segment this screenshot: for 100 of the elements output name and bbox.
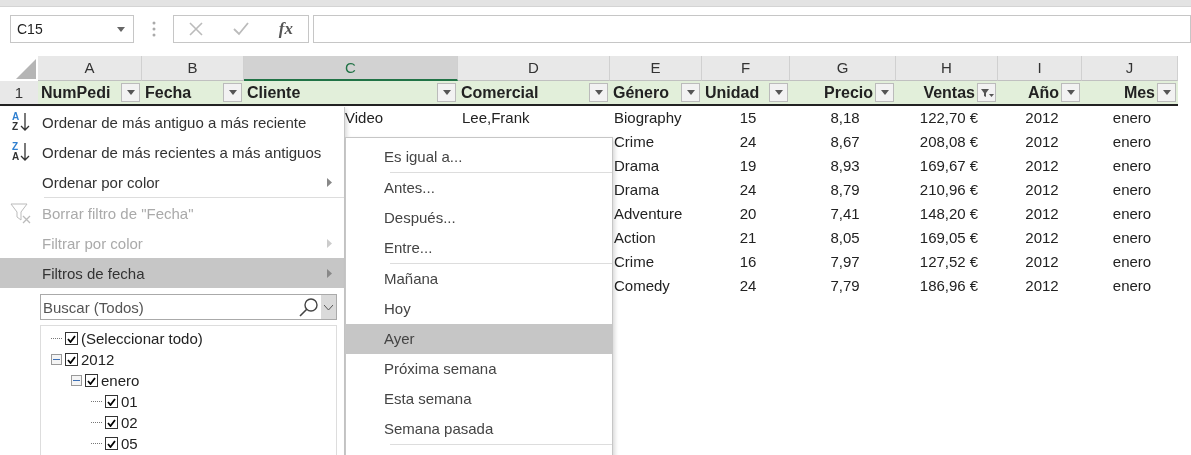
table-cell-text: 7,79 [829, 276, 861, 296]
menu-item-label: Borrar filtro de "Fecha" [42, 204, 195, 222]
table-cell-text: 169,05 € [918, 228, 980, 248]
table-cell-text: 8,67 [829, 132, 861, 152]
column-header[interactable]: E [610, 56, 702, 81]
caret-icon [1162, 90, 1171, 95]
sort-letter: A [11, 112, 20, 122]
table-cell-text: 21 [738, 228, 758, 248]
filter-dropdown-button[interactable] [589, 83, 608, 102]
menu-item[interactable]: Antes... [346, 173, 612, 203]
collapse-toggle-icon[interactable] [71, 375, 82, 386]
header-text: NumPedi [41, 83, 112, 102]
table-cell-text: Action [613, 228, 657, 248]
table-cell-text: Drama [613, 180, 660, 200]
table-cell-text: 2012 [1024, 228, 1060, 248]
submenu-arrow-icon [327, 268, 332, 278]
menu-item[interactable]: A Z Ordenar de más antiguo a más reciente [0, 107, 344, 137]
formula-input[interactable] [313, 15, 1191, 43]
tree-item-label[interactable]: (Seleccionar todo) [81, 330, 203, 347]
filter-dropdown-button[interactable] [875, 83, 894, 102]
table-cell-text: enero [1111, 252, 1153, 272]
insert-function-button[interactable]: fx [274, 17, 297, 41]
collapse-toggle-icon[interactable] [51, 354, 62, 365]
checkbox[interactable] [65, 332, 78, 345]
filter-icon [979, 87, 994, 98]
check-icon [107, 418, 116, 427]
close-icon [188, 22, 203, 36]
table-cell-text: 24 [738, 132, 758, 152]
table-cell-text: Drama [613, 156, 660, 176]
table-cell-text: Video [345, 108, 385, 128]
checkbox[interactable] [85, 374, 98, 387]
tree-item-label[interactable]: 2012 [81, 351, 115, 368]
menu-item[interactable]: Mañana [346, 264, 612, 294]
menu-item[interactable]: Próxima semana [346, 354, 612, 384]
table-cell-text: 16 [738, 252, 758, 272]
menu-item[interactable]: Ordenar por color [0, 167, 344, 197]
checkbox[interactable] [105, 437, 118, 450]
checkbox[interactable] [105, 416, 118, 429]
tree-item-label[interactable]: 05 [121, 435, 138, 452]
filter-dropdown-button[interactable] [977, 83, 996, 102]
menu-item[interactable]: Esta semana [346, 384, 612, 414]
filter-dropdown-button[interactable] [681, 83, 700, 102]
table-cell-text: 2012 [1024, 204, 1060, 224]
caret-icon [126, 90, 135, 95]
table-cell-text: Crime [613, 252, 655, 272]
sort-letter: Z [11, 142, 19, 152]
header-text: Unidad [705, 83, 761, 102]
column-header[interactable]: H [896, 56, 998, 81]
checkbox[interactable] [105, 395, 118, 408]
column-header[interactable]: J [1082, 56, 1178, 81]
menu-item[interactable]: Después... [346, 203, 612, 233]
column-header[interactable]: F [702, 56, 790, 81]
caret-icon [774, 90, 783, 95]
table-cell-text: 8,93 [829, 156, 861, 176]
caret-icon [686, 90, 695, 95]
check-icon [87, 376, 96, 385]
tree-item-label[interactable]: 02 [121, 414, 138, 431]
tree-item-label[interactable]: 01 [121, 393, 138, 410]
column-header[interactable]: I [998, 56, 1082, 81]
table-cell-text: enero [1111, 276, 1153, 296]
filter-dropdown-button[interactable] [437, 83, 456, 102]
menu-item[interactable]: Ayer [346, 324, 612, 354]
column-header[interactable]: A [38, 56, 142, 81]
menu-item[interactable]: Z A Ordenar de más recientes a más antiguos [0, 137, 344, 167]
column-header[interactable]: D [458, 56, 610, 81]
filter-dropdown-button[interactable] [769, 83, 788, 102]
row-header[interactable]: 1 [0, 81, 38, 106]
menu-item[interactable]: Entre... [346, 233, 612, 263]
menu-item[interactable]: Semana pasada [346, 414, 612, 444]
table-cell-text: enero [1111, 132, 1153, 152]
filter-dropdown-button[interactable] [223, 83, 242, 102]
table-cell-text: 2012 [1024, 252, 1060, 272]
table-cell-text: Crime [613, 132, 655, 152]
search-field[interactable]: Buscar (Todos) [40, 294, 299, 320]
submenu-arrow-icon [327, 238, 332, 248]
column-header[interactable]: G [790, 56, 896, 81]
table-cell-text: 127,52 € [918, 252, 980, 272]
submenu-arrow-icon [327, 177, 332, 187]
check-icon [107, 397, 116, 406]
filter-dropdown-button[interactable] [1157, 83, 1176, 102]
table-cell-text: 24 [738, 180, 758, 200]
menu-item[interactable]: Es igual a... [346, 142, 612, 172]
column-header[interactable]: C [244, 56, 458, 81]
caret-icon [228, 90, 237, 95]
menu-item[interactable]: Filtros de fecha [0, 258, 344, 288]
checkmark-icon [232, 22, 249, 36]
filter-dropdown-button[interactable] [1061, 83, 1080, 102]
menu-item[interactable]: Hoy [346, 294, 612, 324]
header-text: Fecha [145, 83, 193, 102]
name-box[interactable]: C15 [10, 15, 134, 43]
checkbox[interactable] [65, 353, 78, 366]
table-cell-text: 2012 [1024, 180, 1060, 200]
column-header[interactable]: B [142, 56, 244, 81]
filter-dropdown-button[interactable] [121, 83, 140, 102]
caret-icon [594, 90, 603, 95]
table-cell-text: enero [1111, 108, 1153, 128]
grip-icon [152, 21, 156, 37]
tree-item-label[interactable]: enero [101, 372, 140, 389]
check-icon [107, 439, 116, 448]
table-cell-text: 169,67 € [918, 156, 980, 176]
